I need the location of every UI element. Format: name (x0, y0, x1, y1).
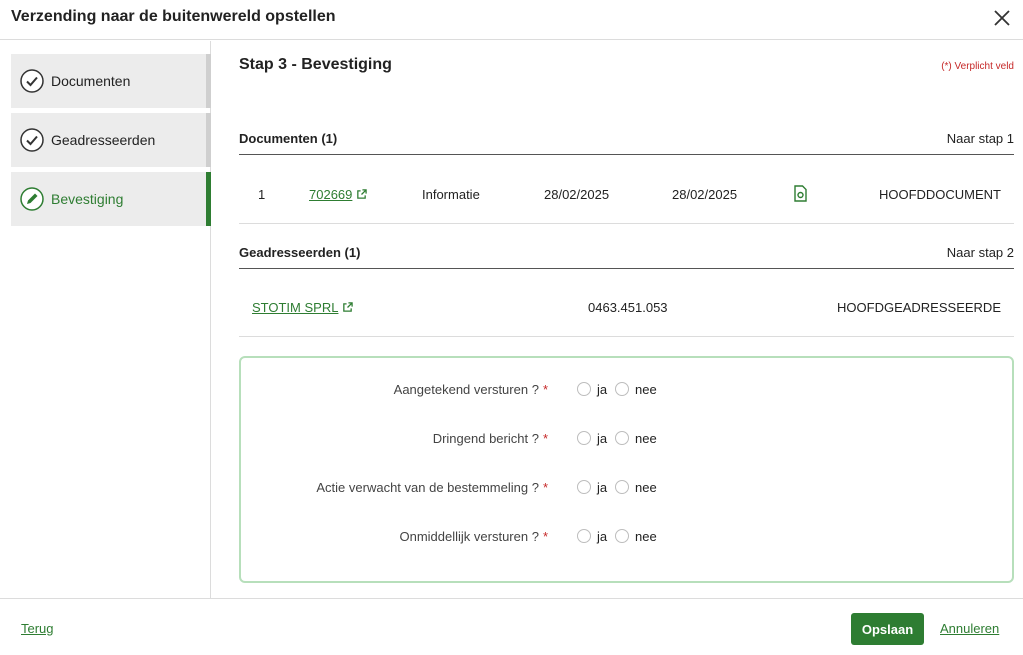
step-documenten[interactable]: Documenten (11, 54, 211, 108)
document-date: 28/02/2025 (544, 187, 610, 202)
documents-section-title: Documenten (1) (239, 131, 338, 146)
addressees-section-title: Geadresseerden (1) (239, 245, 361, 260)
main-content: Stap 3 - Bevestiging (*) Verplicht veld … (212, 41, 1023, 598)
radio-no-label[interactable]: nee (635, 382, 657, 397)
radio-yes-label[interactable]: ja (597, 480, 607, 495)
question-urgent: Dringend bericht ? * ja nee (241, 429, 1012, 449)
question-label: Onmiddellijk versturen ? * (399, 529, 548, 544)
radio-no-label[interactable]: nee (635, 480, 657, 495)
cancel-link[interactable]: Annuleren (940, 621, 999, 636)
confirmation-form: Aangetekend versturen ? * ja nee Dringend… (239, 356, 1014, 583)
pencil-circle-icon (20, 187, 44, 211)
radio-no[interactable] (615, 480, 629, 494)
check-circle-icon (20, 69, 44, 93)
document-date: 28/02/2025 (672, 187, 738, 202)
document-number-link[interactable]: 702669 (309, 187, 368, 202)
back-link[interactable]: Terug (21, 621, 54, 636)
documents-section-header: Documenten (1) Naar stap 1 (239, 126, 1014, 155)
radio-no[interactable] (615, 382, 629, 396)
external-link-icon (357, 189, 368, 199)
dialog-title: Verzending naar de buitenwereld opstelle… (11, 8, 336, 25)
step-bevestiging[interactable]: Bevestiging (11, 172, 211, 226)
step-label: Bevestiging (51, 191, 124, 207)
radio-no[interactable] (615, 529, 629, 543)
document-index: 1 (258, 187, 266, 202)
question-send-immediately: Onmiddellijk versturen ? * ja nee (241, 527, 1012, 547)
check-circle-icon (20, 128, 44, 152)
step-geadresseerden[interactable]: Geadresseerden (11, 113, 211, 167)
go-to-step-1-link[interactable]: Naar stap 1 (947, 131, 1014, 146)
dialog-footer: Terug Opslaan Annuleren (0, 598, 1023, 655)
addressee-name-link[interactable]: STOTIM SPRL (252, 300, 354, 315)
step-title: Stap 3 - Bevestiging (239, 56, 392, 73)
addressee-role: HOOFDGEADRESSEERDE (837, 300, 1001, 315)
required-note: (*) Verplicht veld (941, 61, 1014, 72)
file-icon[interactable] (794, 185, 807, 205)
radio-yes[interactable] (577, 431, 591, 445)
step-label: Geadresseerden (51, 132, 156, 148)
radio-yes-label[interactable]: ja (597, 431, 607, 446)
document-role: HOOFDDOCUMENT (878, 187, 1001, 202)
addressee-number: 0463.451.053 (588, 300, 668, 315)
step-label: Documenten (51, 73, 131, 89)
addressees-section-header: Geadresseerden (1) Naar stap 2 (239, 240, 1014, 269)
radio-no-label[interactable]: nee (635, 431, 657, 446)
question-action-expected: Actie verwacht van de bestemmeling ? * ja… (241, 478, 1012, 498)
question-label: Actie verwacht van de bestemmeling ? * (316, 480, 548, 495)
table-row: 1 702669 Informatie 28/02/2025 28/02/202… (239, 167, 1014, 224)
radio-yes[interactable] (577, 529, 591, 543)
steps-sidebar: Documenten Geadresseerden Bevestiging (0, 41, 211, 598)
addressee-name[interactable]: STOTIM SPRL (252, 300, 338, 315)
document-type: Informatie (422, 187, 480, 202)
save-button[interactable]: Opslaan (851, 613, 924, 645)
table-row: STOTIM SPRL 0463.451.053 HOOFDGEADRESSEE… (239, 280, 1014, 337)
radio-yes[interactable] (577, 382, 591, 396)
question-registered: Aangetekend versturen ? * ja nee (241, 380, 1012, 400)
radio-no-label[interactable]: nee (635, 529, 657, 544)
external-link-icon (343, 302, 354, 312)
radio-yes-label[interactable]: ja (597, 529, 607, 544)
radio-yes-label[interactable]: ja (597, 382, 607, 397)
radio-yes[interactable] (577, 480, 591, 494)
document-number[interactable]: 702669 (309, 187, 352, 202)
close-icon[interactable] (990, 6, 1014, 30)
go-to-step-2-link[interactable]: Naar stap 2 (947, 245, 1014, 260)
question-label: Dringend bericht ? * (432, 431, 548, 446)
question-label: Aangetekend versturen ? * (393, 382, 548, 397)
dialog-header: Verzending naar de buitenwereld opstelle… (0, 0, 1023, 40)
radio-no[interactable] (615, 431, 629, 445)
